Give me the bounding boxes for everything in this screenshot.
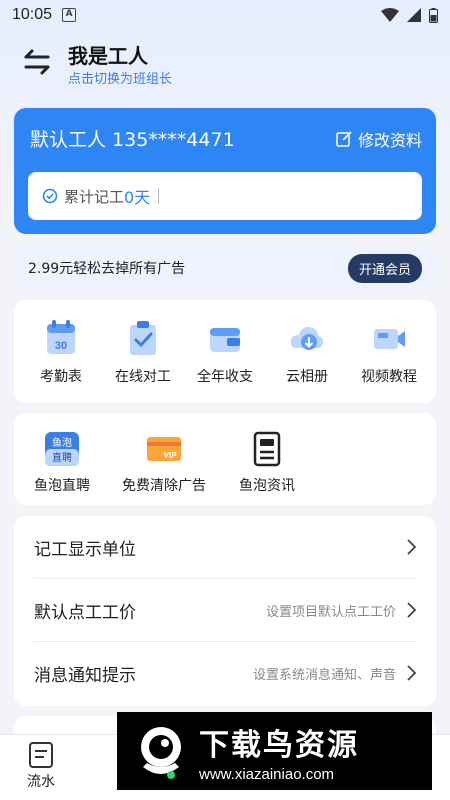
tool-online-check[interactable]: 在线对工 [102,300,184,403]
video-icon [374,329,405,349]
edit-icon [336,131,352,147]
svg-text:VIP: VIP [164,451,178,460]
switch-role-icon[interactable] [20,46,54,78]
yupao-zhipin-icon: 鱼泡 直聘 [45,432,79,466]
battery-icon [429,7,438,23]
signal-icon [407,8,421,22]
settings-list: 记工显示单位 默认点工工价 设置项目默认点工工价 消息通知提示 设置系统消息通知… [14,516,436,706]
tool-attendance[interactable]: 30 考勤表 [20,300,102,403]
tool-annual-finance[interactable]: 全年收支 [184,300,266,403]
clipboard-check-icon [130,321,156,355]
record-summary[interactable]: 累计记工 0天 [28,172,422,220]
role-title: 我是工人 [68,44,148,68]
tab-label: 流水 [27,774,55,790]
watermark-url: www.xiazainiao.com [199,765,335,783]
setting-label: 消息通知提示 [34,665,136,686]
svg-text:30: 30 [55,340,67,352]
bird-logo-icon [141,727,181,779]
service-label: 鱼泡直聘 [34,478,90,494]
tab-liushui[interactable]: 流水 [27,741,55,791]
switch-role-link[interactable]: 点击切换为班组长 [68,68,172,87]
chevron-right-icon [407,539,416,555]
tool-label: 视频教程 [361,369,417,385]
tool-cloud-album[interactable]: 云相册 [266,300,348,403]
edit-profile-label: 修改资料 [357,131,422,150]
tool-label: 云相册 [286,369,328,385]
edit-profile-button[interactable]: 修改资料 [336,127,422,151]
wallet-icon [210,328,240,352]
services-grid: 鱼泡 直聘 鱼泡直聘 VIP 免费清除广告 鱼泡资讯 [14,413,436,505]
vip-card-icon: VIP [147,437,181,461]
svg-text:直聘: 直聘 [52,451,72,464]
setting-label: 默认点工工价 [34,602,136,623]
news-icon [253,431,281,467]
tool-video-tutorial[interactable]: 视频教程 [348,300,430,403]
remove-ads-text: 2.99元轻松去掉所有广告 [28,261,186,277]
calendar-icon: 30 [47,320,75,354]
svg-text:鱼泡: 鱼泡 [52,436,72,449]
setting-record-unit[interactable]: 记工显示单位 [34,516,416,578]
tool-label: 在线对工 [115,369,171,385]
remove-ads-banner: 2.99元轻松去掉所有广告 开通会员 [14,247,436,289]
watermark-overlay: 下载鸟资源 www.xiazainiao.com [117,712,432,790]
wifi-icon [381,8,399,22]
profile-name: 默认工人 135****4471 [30,129,235,151]
setting-notification[interactable]: 消息通知提示 设置系统消息通知、声音 [34,642,416,704]
open-vip-button[interactable]: 开通会员 [347,253,422,283]
tool-label: 全年收支 [197,369,253,385]
status-bar: 10:05 A [0,0,450,30]
chevron-right-icon [407,602,416,618]
setting-hint: 设置项目默认点工工价 [265,604,396,620]
setting-default-wage[interactable]: 默认点工工价 设置项目默认点工工价 [34,579,416,641]
tool-label: 考勤表 [40,369,82,385]
text-cursor [158,188,160,204]
notification-a-icon: A [62,8,77,22]
tools-grid: 30 考勤表 在线对工 全年收支 云相册 视频教程 [14,300,436,403]
record-days: 0天 [124,188,151,207]
service-yupao-zhipin[interactable]: 鱼泡 直聘 鱼泡直聘 [34,429,90,495]
status-time: 10:05 [12,6,53,23]
role-header[interactable]: 我是工人 点击切换为班组长 [0,30,450,92]
list-document-icon [29,742,53,768]
watermark-title: 下载鸟资源 [199,727,359,763]
service-yupao-news[interactable]: 鱼泡资讯 [239,429,295,495]
service-label: 鱼泡资讯 [239,478,295,494]
setting-label: 记工显示单位 [34,539,136,560]
service-label: 免费清除广告 [122,478,206,494]
service-remove-ads[interactable]: VIP 免费清除广告 [122,429,206,495]
chevron-right-icon [407,665,416,681]
cloud-download-icon [290,327,324,350]
record-label: 累计记工 [64,187,125,206]
check-circle-icon [42,188,58,204]
profile-card: 默认工人 135****4471 修改资料 累计记工 0天 [14,108,436,234]
setting-hint: 设置系统消息通知、声音 [252,667,396,683]
